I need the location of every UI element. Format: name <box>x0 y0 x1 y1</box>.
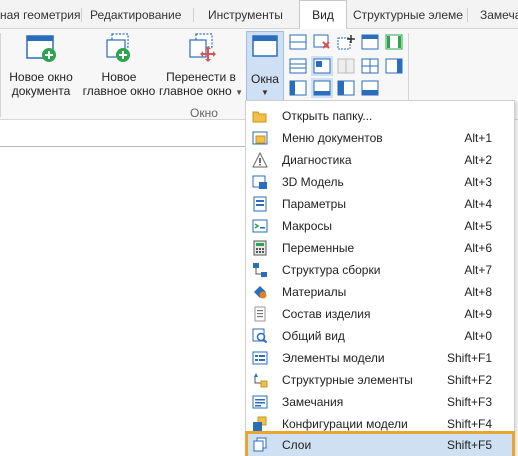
move-to-main-window-label-2: главное окно <box>159 84 232 98</box>
menu-item-layers[interactable]: Слои Shift+F5 <box>245 431 515 456</box>
menu-item-structural-elements[interactable]: Структурные элементы Shift+F2 <box>246 369 514 391</box>
variables-icon <box>253 240 267 256</box>
layers-icon <box>253 437 267 452</box>
window-top-icon[interactable] <box>361 34 379 50</box>
menu-item-variables[interactable]: Переменные Alt+6 <box>246 237 514 259</box>
document-area-border <box>0 146 246 147</box>
split-cross-icon[interactable] <box>337 34 355 50</box>
group-divider-left <box>0 33 1 117</box>
window-group-label: Окно <box>190 106 218 120</box>
new-main-window-button[interactable]: Новое главное окно <box>80 33 158 98</box>
disabled-layout-icon <box>337 58 355 74</box>
new-main-window-label-2: главное окно <box>82 84 156 98</box>
window-side-icon[interactable] <box>385 34 403 50</box>
windows-button[interactable]: Окна ▼ <box>246 31 284 101</box>
macros-icon <box>252 219 268 233</box>
menu-item-macros[interactable]: Макросы Alt+5 <box>246 215 514 237</box>
parameters-icon <box>253 196 267 212</box>
menu-item-materials[interactable]: Материалы Alt+8 <box>246 281 514 303</box>
move-to-main-window-label-1: Перенести в <box>166 70 236 84</box>
menu-item-diagnostics[interactable]: Диагностика Alt+2 <box>246 149 514 171</box>
new-main-window-icon <box>106 33 130 62</box>
menu-item-parameters[interactable]: Параметры Alt+4 <box>246 193 514 215</box>
new-document-window-label-2: документа <box>11 84 71 98</box>
tab-tools[interactable]: Инструменты <box>194 0 298 29</box>
model-configurations-icon <box>253 416 267 431</box>
menu-item-documents-menu[interactable]: Меню документов Alt+1 <box>246 127 514 149</box>
chevron-down-icon: ▼ <box>261 88 269 97</box>
menu-item-3d-model[interactable]: 3D Модель Alt+3 <box>246 171 514 193</box>
windows-icon <box>252 35 278 57</box>
folder-open-icon <box>252 111 267 123</box>
assembly-structure-icon <box>253 263 267 277</box>
panel-bottom-icon[interactable] <box>361 80 379 96</box>
move-window-icon <box>189 33 216 62</box>
tab-view[interactable]: Вид <box>299 0 347 30</box>
general-view-icon <box>252 328 268 344</box>
windows-dropdown-menu: Открыть папку... Меню документов Alt+1 Д… <box>245 100 515 456</box>
move-to-main-window-button[interactable]: Перенести в главное окно ▼ <box>158 33 244 100</box>
panel-left-icon[interactable] <box>337 80 355 96</box>
3d-model-icon <box>252 175 267 189</box>
menu-item-product-composition[interactable]: Состав изделия Alt+9 <box>246 303 514 325</box>
tile-windows-icon[interactable] <box>313 58 331 74</box>
new-main-window-label-1: Новое <box>101 70 137 84</box>
new-document-window-button[interactable]: Новое окно документа <box>6 33 76 98</box>
materials-icon <box>254 286 267 299</box>
ribbon-tabs: ная геометрия Редактирование Инструменты… <box>0 0 518 30</box>
window-grid-icon[interactable] <box>361 58 379 74</box>
split-vertical-icon[interactable] <box>289 58 307 74</box>
cascade-icon[interactable] <box>289 80 307 96</box>
new-document-window-label-1: Новое окно <box>9 70 73 84</box>
remarks-icon <box>252 395 268 409</box>
tab-editing[interactable]: Редактирование <box>82 0 194 29</box>
chevron-down-icon: ▼ <box>235 88 243 97</box>
structural-elements-icon <box>254 373 268 388</box>
menu-item-remarks[interactable]: Замечания Shift+F3 <box>246 391 514 413</box>
menu-item-assembly-structure[interactable]: Структура сборки Alt+7 <box>246 259 514 281</box>
split-horizontal-icon[interactable] <box>289 34 307 50</box>
model-elements-icon <box>252 351 268 365</box>
tab-structural-elements[interactable]: Структурные элеме <box>347 0 468 29</box>
windows-button-label: Окна <box>251 72 279 86</box>
close-split-icon[interactable] <box>313 34 331 50</box>
window-columns-icon[interactable] <box>385 58 403 74</box>
product-composition-icon <box>254 306 266 322</box>
new-window-icon <box>26 35 56 62</box>
menu-item-general-view[interactable]: Общий вид Alt+0 <box>246 325 514 347</box>
tab-geometry[interactable]: ная геометрия <box>0 0 82 29</box>
menu-item-model-elements[interactable]: Элементы модели Shift+F1 <box>246 347 514 369</box>
menu-item-open-folder[interactable]: Открыть папку... <box>246 105 514 127</box>
documents-menu-icon <box>252 131 268 145</box>
tab-remarks[interactable]: Замеча <box>468 0 518 29</box>
warning-icon <box>252 152 268 168</box>
arrange-icon[interactable] <box>313 80 331 96</box>
